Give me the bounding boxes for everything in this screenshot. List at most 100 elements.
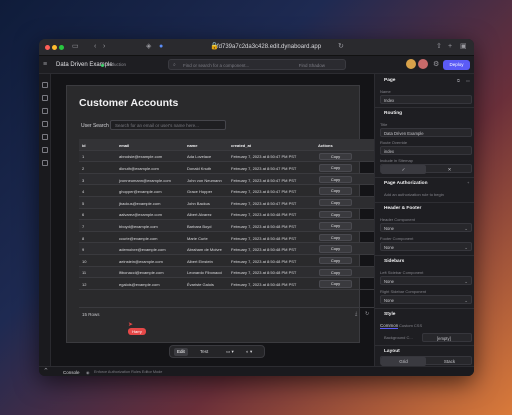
minimize-window-button[interactable] (52, 45, 57, 50)
header-component-select[interactable]: None ⌄ (380, 223, 472, 232)
table-row[interactable]: 9 ademoivre@example.com Abraham de Moivre F… (79, 243, 374, 255)
copy-button[interactable]: Copy (319, 245, 352, 253)
table-row[interactable]: 6 aalvarez@example.com Albert Alvarez Febru… (79, 209, 374, 221)
divider (375, 308, 474, 309)
sidebars-section[interactable]: Sidebars (384, 259, 404, 264)
layout-section[interactable]: Layout (384, 349, 400, 354)
routing-section[interactable]: Routing (384, 111, 402, 116)
background-field[interactable]: [empty] (422, 333, 472, 342)
sitemap-label: Include in Sitemap (380, 158, 413, 163)
settings-icon[interactable] (42, 160, 48, 166)
background-value: [empty] (437, 336, 451, 341)
menu-icon[interactable]: ≡ (43, 61, 47, 69)
copy-button[interactable]: Copy (319, 268, 352, 277)
resources-icon[interactable] (42, 134, 48, 140)
maximize-window-button[interactable] (59, 45, 64, 50)
table-row[interactable]: 12 egalois@example.com Évariste Galois Febr… (79, 278, 374, 290)
table-row[interactable]: 1 abrodsie@example.com Ada Lovelace Februar… (79, 150, 374, 163)
close-window-button[interactable] (45, 45, 50, 50)
new-tab-icon[interactable]: + (448, 43, 452, 51)
avatar[interactable] (406, 59, 416, 69)
copy-button[interactable]: Copy (319, 187, 352, 195)
device-preview-icon[interactable]: ▭ ▾ (223, 348, 237, 356)
table-row[interactable]: 8 ccurie@example.com Marie Curie February 7… (79, 232, 374, 244)
tab-common[interactable]: Common (380, 323, 399, 329)
avatar[interactable] (418, 59, 428, 69)
layout-stack-option[interactable]: Stack (427, 357, 472, 366)
edit-mode-button[interactable]: Edit (174, 348, 188, 356)
theme-toggle-icon[interactable]: ◐ ▾ (243, 348, 255, 356)
panel-toggle-icon[interactable]: ▭ (466, 78, 470, 83)
shield-icon[interactable]: ◈ (146, 43, 151, 51)
sitemap-yes-icon[interactable]: ✓ (381, 165, 426, 174)
console-toggle[interactable]: Console (63, 370, 80, 375)
right-sidebar-select[interactable]: None ⌄ (380, 295, 472, 304)
copy-button[interactable]: Copy (319, 256, 352, 265)
deploy-button[interactable]: Deploy (443, 60, 470, 70)
table-row[interactable]: 10 aeinstein@example.com Albert Einstein Fe… (79, 255, 374, 267)
style-section[interactable]: Style (384, 312, 395, 317)
page-authorization-section[interactable]: Page Authorization (384, 181, 428, 186)
components-icon[interactable] (42, 95, 48, 101)
settings-icon[interactable]: ⚙ (433, 61, 439, 69)
table-row[interactable]: 3 jvonneumann@example.com John von Neumann… (79, 173, 374, 186)
back-icon[interactable]: ‹ (94, 43, 96, 51)
copy-button[interactable]: Copy (319, 152, 352, 161)
editor-canvas[interactable]: Customer Accounts User Search Search for… (51, 74, 374, 367)
environment-selector[interactable]: production (105, 62, 126, 67)
forward-icon[interactable]: › (103, 43, 105, 51)
sitemap-toggle[interactable]: ✓ ✕ (380, 164, 472, 174)
tabs-overview-icon[interactable]: ▣ (460, 43, 467, 51)
copy-button[interactable]: Copy (319, 175, 352, 184)
left-sidebar-label: Left Sidebar Component (380, 270, 424, 275)
column-header[interactable]: name (187, 143, 197, 148)
toggle-switch-icon[interactable]: ◉ (86, 370, 90, 375)
name-field[interactable]: Index (380, 95, 472, 104)
share-icon[interactable]: ⇧ (436, 43, 442, 51)
test-mode-button[interactable]: Test (197, 348, 211, 356)
reload-icon[interactable]: ↻ (338, 43, 344, 51)
copy-button[interactable]: Copy (319, 222, 352, 230)
route-field[interactable]: index (380, 146, 472, 155)
copy-button[interactable]: Copy (319, 198, 352, 207)
add-rule-icon[interactable]: + (467, 180, 469, 185)
layout-toggle[interactable]: Grid Stack (380, 356, 472, 366)
extension-icon[interactable]: ● (159, 43, 163, 51)
copy-button[interactable]: Copy (319, 164, 352, 172)
table-row[interactable]: 4 ghopper@example.com Grace Hopper February… (79, 185, 374, 197)
copy-button[interactable]: Copy (319, 280, 352, 288)
column-header[interactable]: email (119, 143, 129, 148)
tab-custom-css[interactable]: Custom CSS (399, 323, 422, 328)
copy-button[interactable]: Copy (319, 210, 352, 219)
user-search-input[interactable]: Search for an email or user's name here.… (110, 120, 226, 130)
column-header[interactable]: created_at (231, 143, 251, 148)
header-footer-section[interactable]: Header & Footer (384, 206, 421, 211)
footer-component-select[interactable]: None ⌄ (380, 242, 472, 251)
sidebar-toggle-icon[interactable]: ▭ (72, 43, 79, 51)
pages-icon[interactable] (42, 82, 48, 88)
copy-button[interactable]: Copy (319, 233, 352, 242)
layout-grid-option[interactable]: Grid (381, 357, 426, 366)
branches-icon[interactable] (42, 121, 48, 127)
copy-icon[interactable]: ⧉ (457, 78, 460, 83)
table-row[interactable]: 7 bboyd@example.com Barbara Boyd February 7… (79, 220, 374, 232)
table-row[interactable]: 11 lfibonacci@example.com Leonardo Fibonac… (79, 266, 374, 279)
column-header[interactable]: id (82, 143, 86, 148)
table-row[interactable]: 5 jbackus@example.com John Backus February … (79, 196, 374, 209)
chevron-down-icon: ⌄ (464, 244, 468, 250)
refresh-icon[interactable]: ↻ (365, 311, 369, 317)
title-field[interactable]: Data Driven Example (380, 128, 472, 137)
name-value: Index (384, 98, 395, 103)
left-sidebar-select[interactable]: None ⌄ (380, 276, 472, 285)
sitemap-no-icon[interactable]: ✕ (427, 165, 472, 174)
download-icon[interactable]: ⤓ (355, 311, 357, 317)
expand-icon[interactable]: ⌃ (43, 368, 49, 376)
users-icon[interactable] (42, 147, 48, 153)
cell-name: Barbara Boyd (187, 223, 212, 229)
url-bar[interactable]: fd739a7c2da3c428.edit.dynaboard.app (217, 43, 321, 51)
data-icon[interactable] (42, 108, 48, 114)
cell-id: 7 (82, 223, 85, 229)
component-search[interactable]: ⌕ Find or search for a component... Find… (168, 59, 346, 70)
table-row[interactable]: 2 dknuth@example.com Donald Knuth February … (79, 162, 374, 174)
cell-email: jvonneumann@example.com (119, 177, 171, 183)
